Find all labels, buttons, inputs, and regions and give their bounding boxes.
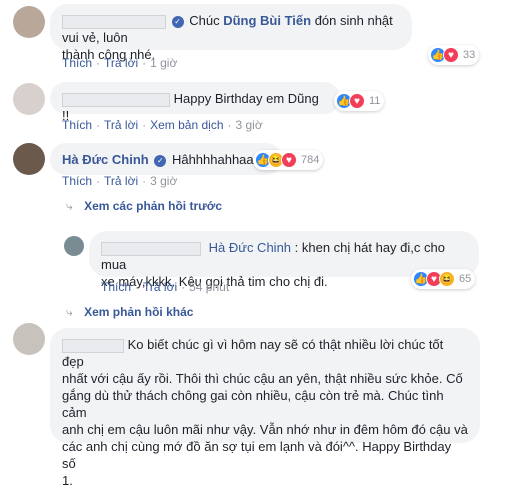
love-reaction-icon: ♥ xyxy=(443,47,459,63)
comment-bubble: ✓ Chúc Dũng Bùi Tiến đón sinh nhật vui v… xyxy=(50,4,412,62)
redacted-name xyxy=(62,92,170,107)
author-name[interactable]: Hà Đức Chinh xyxy=(62,152,149,167)
comment-actions: Thích · Trả lời · Xem bản dịch · 3 giờ xyxy=(62,118,263,132)
avatar[interactable] xyxy=(64,236,84,256)
comment-text: gắng dù thử thách chông gai còn nhiều, c… xyxy=(62,388,444,420)
comment-text: nhất với cậu ấy rồi. Thôi thì chúc cậu a… xyxy=(62,371,463,386)
verified-icon: ✓ xyxy=(171,15,184,28)
comment-bubble: Hà Đức Chinh ✓ Hâhhhhahhaah xyxy=(50,143,282,175)
like-link[interactable]: Thích xyxy=(62,174,92,188)
avatar[interactable] xyxy=(13,83,45,115)
comment-text: 1. xyxy=(62,473,73,488)
translate-link[interactable]: Xem bản dịch xyxy=(150,118,223,132)
comment-actions: Thích · Trả lời · 54 phút xyxy=(101,280,230,294)
reaction-summary[interactable]: 👍 😆 ♥ 784 xyxy=(253,150,324,170)
like-link[interactable]: Thích xyxy=(101,280,131,294)
comment-bubble: Ko biết chúc gì vì hôm nay sẽ có thật nh… xyxy=(50,328,480,488)
comment-bubble: Happy Birthday em Dũng !! xyxy=(50,82,340,123)
reaction-count: 33 xyxy=(463,49,476,61)
reaction-summary[interactable]: 👍 ♥ 😆 65 xyxy=(411,269,476,289)
reaction-summary[interactable]: 👍 ♥ 11 xyxy=(334,91,385,111)
like-link[interactable]: Thích xyxy=(62,56,92,70)
love-reaction-icon: ♥ xyxy=(281,152,297,168)
reaction-count: 65 xyxy=(459,273,472,285)
redacted-name xyxy=(101,241,201,256)
view-previous-replies-link[interactable]: ⤷ Xem các phản hồi trước xyxy=(66,199,222,214)
timestamp[interactable]: 3 giờ xyxy=(236,118,263,132)
redacted-name xyxy=(62,338,124,353)
verified-icon: ✓ xyxy=(154,154,167,167)
timestamp[interactable]: 1 giờ xyxy=(150,56,177,70)
like-link[interactable]: Thích xyxy=(62,118,92,132)
mention-link[interactable]: Dũng Bùi Tiến xyxy=(223,13,311,28)
reaction-count: 784 xyxy=(301,154,320,166)
comment-actions: Thích · Trả lời · 1 giờ xyxy=(62,56,178,70)
comment-text: các anh chị cùng mớ đồ ăn sợ tụi em lạnh… xyxy=(62,439,452,471)
avatar[interactable] xyxy=(13,6,45,38)
reply-link[interactable]: Trả lời xyxy=(104,56,138,70)
mention-link[interactable]: Hà Đức Chinh xyxy=(209,240,291,255)
avatar[interactable] xyxy=(13,143,45,175)
comment-text: Chúc xyxy=(189,13,224,28)
comment-text: Hâhhhhahhaah xyxy=(171,152,261,167)
haha-reaction-icon: 😆 xyxy=(439,271,455,287)
redacted-name xyxy=(62,14,166,29)
reply-arrow-icon: ⤷ xyxy=(66,305,73,319)
love-reaction-icon: ♥ xyxy=(349,93,365,109)
reaction-summary[interactable]: 👍 ♥ 33 xyxy=(428,45,480,65)
reply-link[interactable]: Trả lời xyxy=(104,174,138,188)
timestamp[interactable]: 3 giờ xyxy=(150,174,177,188)
comment-actions: Thích · Trả lời · 3 giờ xyxy=(62,174,178,188)
reaction-count: 11 xyxy=(369,95,381,107)
reply-arrow-icon: ⤷ xyxy=(66,199,73,213)
reply-link[interactable]: Trả lời xyxy=(143,280,177,294)
view-other-replies-link[interactable]: ⤷ Xem phản hồi khác xyxy=(66,305,193,320)
comment-text: anh chị em cậu luôn mãi như vậy. Vẫn nhớ… xyxy=(62,422,468,437)
reply-link[interactable]: Trả lời xyxy=(104,118,138,132)
timestamp[interactable]: 54 phút xyxy=(189,280,229,294)
avatar[interactable] xyxy=(13,323,45,355)
